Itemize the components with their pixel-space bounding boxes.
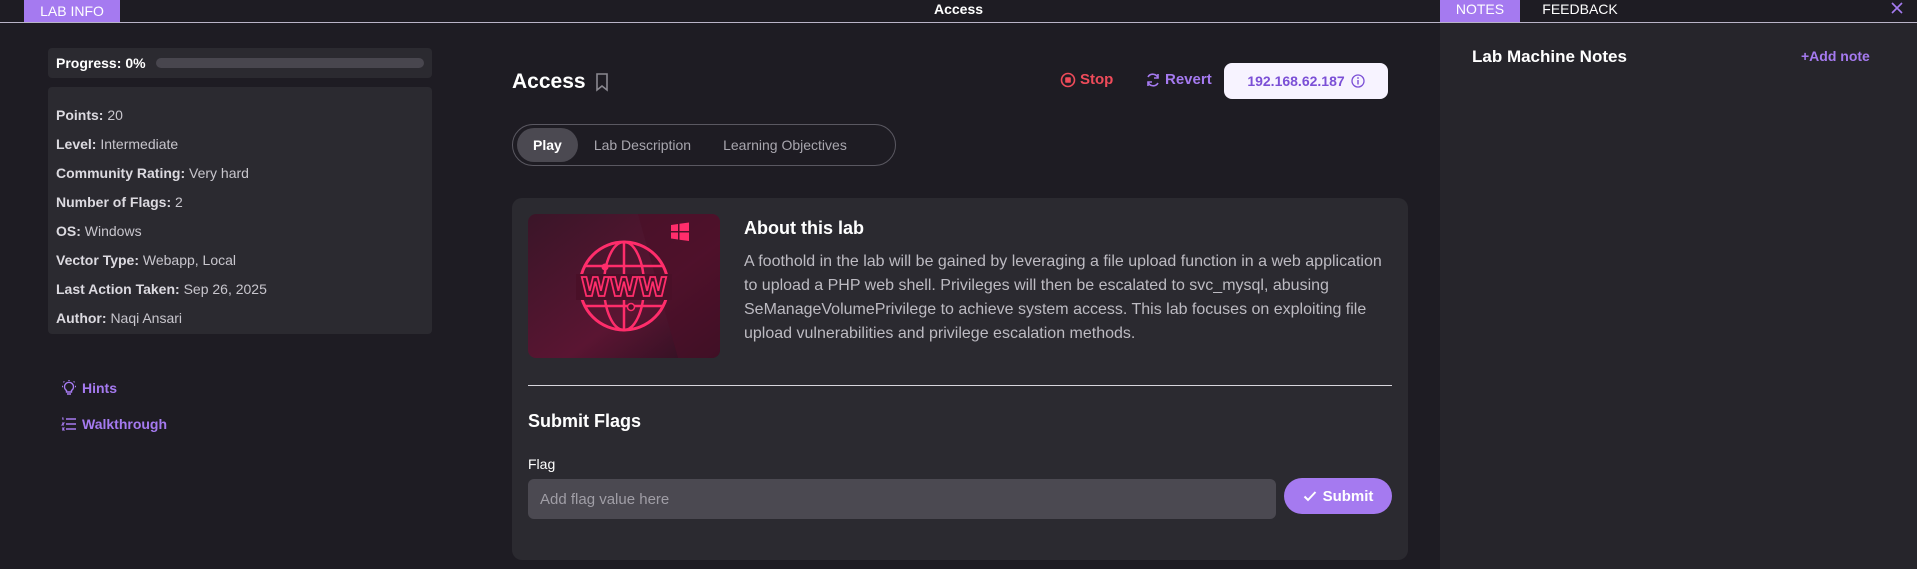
- list-icon: [60, 417, 76, 431]
- check-icon: [1303, 491, 1316, 502]
- svg-text:WWW: WWW: [581, 273, 667, 303]
- submit-button[interactable]: Submit: [1284, 478, 1392, 514]
- page-title: Access: [512, 70, 610, 94]
- progress-bar: [155, 58, 424, 68]
- info-key: Author:: [56, 310, 107, 326]
- info-author: Author: Naqi Ansari: [56, 304, 424, 333]
- info-value: 20: [107, 107, 123, 123]
- notes-title: Lab Machine Notes: [1472, 47, 1627, 66]
- top-bar: LAB INFO Access NOTES FEEDBACK: [0, 0, 1917, 23]
- refresh-icon: [1147, 72, 1159, 87]
- notes-panel: Lab Machine Notes: [1440, 23, 1917, 569]
- stop-button[interactable]: Stop: [1060, 71, 1113, 88]
- ip-address: 192.168.62.187: [1247, 73, 1345, 89]
- revert-button[interactable]: Revert: [1145, 71, 1212, 88]
- lab-info-panel: Points: 20 Level: Intermediate Community…: [48, 87, 432, 334]
- flag-input[interactable]: [528, 479, 1276, 519]
- info-key: Last Action Taken:: [56, 281, 180, 297]
- info-vector-type: Vector Type: Webapp, Local: [56, 246, 424, 275]
- info-key: Level:: [56, 136, 97, 152]
- info-key: Community Rating:: [56, 165, 186, 181]
- progress-label: Progress:: [56, 55, 122, 71]
- info-value: Windows: [84, 223, 142, 239]
- lightbulb-icon: [62, 380, 76, 395]
- info-key: Number of Flags:: [56, 194, 172, 210]
- info-number-of-flags: Number of Flags: 2: [56, 188, 424, 217]
- submit-flags-title: Submit Flags: [528, 411, 642, 431]
- tab-lab-info[interactable]: LAB INFO: [24, 0, 120, 22]
- flag-label: Flag: [528, 456, 556, 472]
- info-value: Intermediate: [100, 136, 179, 152]
- info-value: Naqi Ansari: [110, 310, 183, 326]
- page-title-text: Access: [512, 70, 586, 93]
- info-value: Sep 26, 2025: [183, 281, 267, 297]
- www-globe-icon: WWW: [528, 214, 720, 358]
- info-key: OS:: [56, 223, 81, 239]
- stop-circle-icon: [1060, 72, 1076, 87]
- info-value: 2: [175, 194, 183, 210]
- tab-lab-description[interactable]: Lab Description: [578, 128, 707, 162]
- info-key: Vector Type:: [56, 252, 139, 268]
- hints-link[interactable]: Hints: [60, 379, 117, 397]
- submit-label: Submit: [1322, 487, 1374, 505]
- tab-play[interactable]: Play: [517, 128, 578, 162]
- tab-notes[interactable]: NOTES: [1440, 0, 1520, 22]
- walkthrough-link[interactable]: Walkthrough: [60, 415, 167, 433]
- progress-section: Progress: 0%: [48, 48, 432, 78]
- tab-feedback[interactable]: FEEDBACK: [1520, 0, 1640, 22]
- add-note-button[interactable]: +Add note: [1801, 48, 1870, 64]
- stop-label: Stop: [1080, 71, 1114, 88]
- close-icon[interactable]: [1888, 0, 1906, 18]
- info-icon[interactable]: [1351, 74, 1365, 88]
- bookmark-icon[interactable]: [594, 72, 610, 92]
- about-description: A foothold in the lab will be gained by …: [744, 253, 1382, 342]
- lab-image: WWW: [528, 214, 720, 358]
- info-value: Webapp, Local: [142, 252, 237, 268]
- hints-label: Hints: [82, 380, 117, 396]
- about-title: About this lab: [744, 218, 864, 238]
- info-key: Points:: [56, 107, 104, 123]
- lab-card: WWW About this lab A foothold in the lab…: [512, 198, 1408, 560]
- info-last-action: Last Action Taken: Sep 26, 2025: [56, 275, 424, 304]
- lab-tabs: Play Lab Description Learning Objectives: [512, 124, 896, 166]
- walkthrough-label: Walkthrough: [82, 416, 168, 432]
- ip-address-button[interactable]: 192.168.62.187: [1224, 63, 1388, 99]
- windows-icon: [671, 222, 689, 241]
- info-level: Level: Intermediate: [56, 130, 424, 159]
- divider: [528, 385, 1392, 386]
- revert-label: Revert: [1165, 71, 1212, 88]
- progress-value: 0%: [125, 55, 146, 71]
- info-community-rating: Community Rating: Very hard: [56, 159, 424, 188]
- info-os: OS: Windows: [56, 217, 424, 246]
- info-value: Very hard: [189, 165, 249, 181]
- tab-learning-objectives[interactable]: Learning Objectives: [707, 128, 863, 162]
- info-points: Points: 20: [56, 101, 424, 130]
